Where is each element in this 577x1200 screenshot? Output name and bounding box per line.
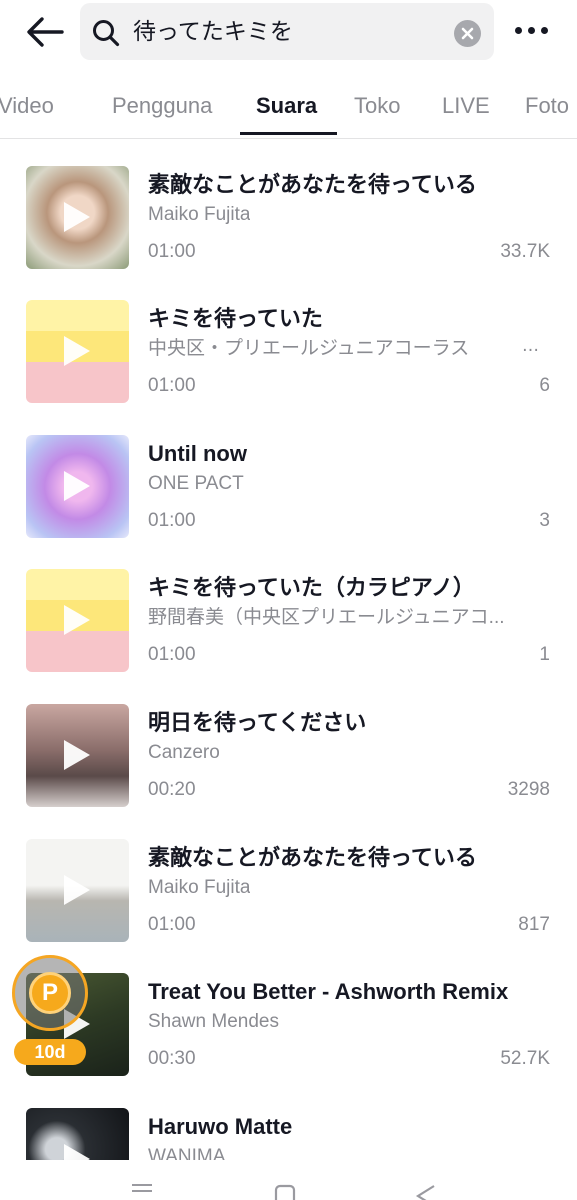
cover-thumbnail[interactable] bbox=[26, 300, 129, 403]
more-horizontal-icon bbox=[528, 27, 535, 34]
usage-count: 6 bbox=[539, 375, 550, 396]
more-horizontal-icon bbox=[541, 27, 548, 34]
cover-thumbnail[interactable] bbox=[26, 839, 129, 942]
home-icon[interactable] bbox=[274, 1184, 296, 1200]
sound-duration: 01:00 bbox=[148, 644, 196, 665]
sound-title: Treat You Better - Ashworth Remix bbox=[148, 979, 509, 1004]
play-icon bbox=[64, 605, 90, 635]
more-options-button[interactable] bbox=[512, 24, 552, 38]
tab-video[interactable]: Video bbox=[0, 92, 54, 120]
search-input[interactable]: 待ってたキミを bbox=[80, 3, 494, 60]
sound-title: 素敵なことがあなたを待っている bbox=[148, 172, 477, 197]
sound-artist: 中央区・プリエールジュニアコーラス bbox=[148, 338, 470, 359]
tab-live[interactable]: LIVE bbox=[442, 92, 490, 120]
play-icon bbox=[64, 336, 90, 366]
sound-artist: Maiko Fujita bbox=[148, 877, 251, 898]
tab-foto[interactable]: Foto bbox=[525, 92, 569, 120]
list-item[interactable]: 素敵なことがあなたを待っている Maiko Fujita 01:00 33.7K bbox=[0, 140, 577, 274]
artist-overflow: … bbox=[522, 336, 539, 356]
sound-duration: 00:30 bbox=[148, 1048, 196, 1069]
cover-thumbnail[interactable] bbox=[26, 1108, 129, 1160]
sound-title: Haruwo Matte bbox=[148, 1114, 293, 1139]
system-navigation-bar bbox=[0, 1160, 577, 1200]
points-coin-icon: P bbox=[29, 972, 71, 1014]
top-bar: 待ってたキミを bbox=[0, 0, 577, 68]
sound-title: キミを待っていた bbox=[148, 306, 323, 331]
sound-title: キミを待っていた（カラピアノ） bbox=[148, 575, 475, 600]
sound-artist: 野間春美（中央区プリエールジュニアコ... bbox=[148, 607, 505, 628]
sound-duration: 01:00 bbox=[148, 914, 196, 935]
sound-title: Until now bbox=[148, 441, 247, 466]
sound-artist: Maiko Fujita bbox=[148, 204, 251, 225]
cover-thumbnail[interactable] bbox=[26, 166, 129, 269]
sound-duration: 01:00 bbox=[148, 241, 196, 262]
clear-icon bbox=[461, 27, 474, 40]
tab-suara[interactable]: Suara bbox=[256, 92, 317, 120]
back-button[interactable] bbox=[24, 14, 66, 50]
clear-search-button[interactable] bbox=[454, 20, 481, 47]
usage-count: 1 bbox=[539, 644, 550, 665]
tab-pengguna[interactable]: Pengguna bbox=[112, 92, 212, 120]
sound-duration: 01:00 bbox=[148, 375, 196, 396]
play-icon bbox=[64, 740, 90, 770]
usage-count: 817 bbox=[518, 914, 550, 935]
sound-duration: 01:00 bbox=[148, 510, 196, 531]
search-tabs: Video Pengguna Suara Toko LIVE Foto bbox=[0, 82, 577, 139]
play-icon bbox=[64, 875, 90, 905]
cover-thumbnail[interactable] bbox=[26, 435, 129, 538]
more-horizontal-icon bbox=[515, 27, 522, 34]
play-icon bbox=[64, 471, 90, 501]
sound-duration: 00:20 bbox=[148, 779, 196, 800]
usage-count: 33.7K bbox=[500, 241, 550, 262]
active-tab-indicator bbox=[240, 132, 337, 135]
play-icon bbox=[64, 1144, 90, 1160]
usage-count: 3 bbox=[539, 510, 550, 531]
arrow-left-icon bbox=[27, 17, 64, 47]
tab-toko[interactable]: Toko bbox=[354, 92, 400, 120]
points-reward-badge[interactable]: P 10d bbox=[12, 955, 92, 1065]
play-icon bbox=[64, 202, 90, 232]
sound-artist: WANIMA bbox=[148, 1146, 226, 1160]
list-item[interactable]: 素敵なことがあなたを待っている Maiko Fujita 01:00 817 bbox=[0, 813, 577, 947]
cover-thumbnail[interactable] bbox=[26, 704, 129, 807]
sound-artist: ONE PACT bbox=[148, 473, 244, 494]
usage-count: 52.7K bbox=[500, 1048, 550, 1069]
search-query[interactable]: 待ってたキミを bbox=[133, 17, 293, 47]
points-days-label: 10d bbox=[14, 1039, 86, 1065]
sound-title: 明日を待ってください bbox=[148, 710, 367, 735]
list-item[interactable]: Until now ONE PACT 01:00 3 bbox=[0, 409, 577, 543]
sound-artist: Canzero bbox=[148, 742, 220, 763]
list-item[interactable]: Haruwo Matte WANIMA bbox=[0, 1082, 577, 1160]
back-nav-icon[interactable] bbox=[414, 1184, 436, 1200]
usage-count: 3298 bbox=[507, 779, 550, 800]
list-item[interactable]: キミを待っていた（カラピアノ） 野間春美（中央区プリエールジュニアコ... 01… bbox=[0, 543, 577, 677]
list-item[interactable]: キミを待っていた 中央区・プリエールジュニアコーラス … 01:00 6 bbox=[0, 274, 577, 408]
sound-artist: Shawn Mendes bbox=[148, 1011, 279, 1032]
cover-thumbnail[interactable] bbox=[26, 569, 129, 672]
search-icon bbox=[93, 20, 120, 47]
recent-apps-icon[interactable] bbox=[131, 1182, 153, 1200]
sound-title: 素敵なことがあなたを待っている bbox=[148, 845, 477, 870]
list-item[interactable]: 明日を待ってください Canzero 00:20 3298 bbox=[0, 678, 577, 812]
